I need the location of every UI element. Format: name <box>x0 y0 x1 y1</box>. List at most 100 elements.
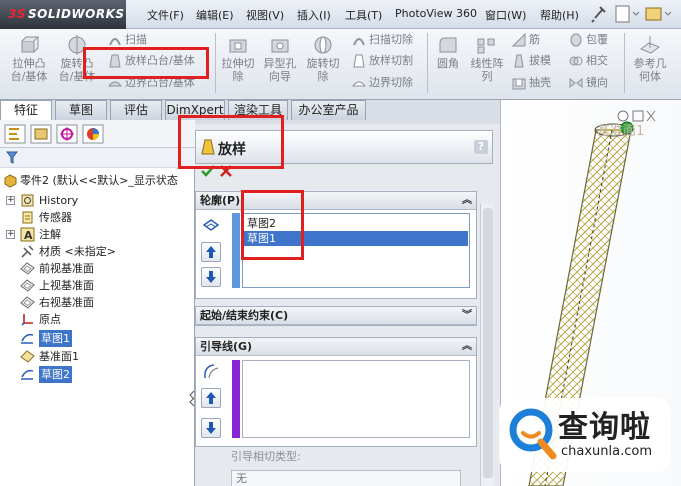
tab-evaluate[interactable]: 评估 <box>110 100 162 120</box>
reference-geometry-icon <box>639 36 661 54</box>
collapse-chevron-icon[interactable]: ︽ <box>462 192 472 209</box>
tab-features[interactable]: 特征 <box>0 100 52 121</box>
tree-item-annotations[interactable]: + A 注解 <box>0 226 195 243</box>
shell-icon <box>512 78 526 90</box>
configuration-manager-tab-icon[interactable] <box>56 124 78 144</box>
fillet-button[interactable]: 圆角 <box>432 35 464 70</box>
guide-move-up-button[interactable] <box>201 388 221 408</box>
tree-item-sketch2[interactable]: 草图2 <box>0 366 195 383</box>
sweep-cut-button[interactable]: 扫描切除 <box>352 32 413 48</box>
guide-tangency-type-label: 引导相切类型: <box>231 450 301 463</box>
tree-item-history[interactable]: + History <box>0 192 195 209</box>
watermark-url: chaxunla.com <box>561 444 652 459</box>
menu-window[interactable]: 窗口(W) <box>485 7 526 23</box>
guides-header-label: 引导线(G) <box>200 340 253 353</box>
tree-item-label: 草图1 <box>39 330 72 347</box>
menu-file[interactable]: 文件(F) <box>147 7 184 23</box>
property-manager-tab-icon[interactable] <box>30 124 52 144</box>
material-icon <box>21 245 34 258</box>
scrollbar-thumb[interactable] <box>483 208 493 478</box>
reference-geometry-button[interactable]: 参考几 何体 <box>628 35 672 83</box>
sweep-button[interactable]: 扫描 <box>108 32 147 48</box>
title-bar: 3S SOLIDWORKS 文件(F) 编辑(E) 视图(V) 插入(I) 工具(… <box>0 0 681 29</box>
guide-curve-icon <box>204 364 219 379</box>
tab-sketch[interactable]: 草图 <box>55 100 107 120</box>
tree-item-plane1[interactable]: 基准面1 <box>0 348 195 365</box>
extrude-cut-label: 拉伸切 除 <box>221 57 255 83</box>
tree-item-right-plane[interactable]: 右视基准面 <box>0 294 195 311</box>
menu-tools[interactable]: 工具(T) <box>345 7 382 23</box>
tree-item-sketch1[interactable]: 草图1 <box>0 330 195 347</box>
draft-button[interactable]: 拔模 <box>512 53 551 69</box>
extrude-boss-icon <box>21 36 40 53</box>
expand-icon[interactable]: + <box>6 230 15 239</box>
extrude-cut-button[interactable]: 拉伸切 除 <box>218 35 258 83</box>
linear-pattern-button[interactable]: 线性阵 列 <box>467 35 507 83</box>
tree-item-top-plane[interactable]: 上视基准面 <box>0 277 195 294</box>
guide-tangency-type-select[interactable]: 无 <box>231 470 461 486</box>
loft-cut-button[interactable]: 放样切割 <box>352 53 413 69</box>
panel-collapse-handle[interactable] <box>188 388 196 408</box>
collapse-chevron-icon[interactable]: ︽ <box>462 338 472 355</box>
quick-access-toolbar[interactable] <box>612 3 681 25</box>
wrap-icon <box>570 33 582 47</box>
hole-wizard-button[interactable]: 异型孔 向导 <box>259 35 301 83</box>
tree-item-label: 基准面1 <box>39 350 79 363</box>
tab-office-products[interactable]: 办公室产品 <box>291 100 366 120</box>
constraints-group-header[interactable]: 起始/结束约束(C) ︾ <box>196 307 476 325</box>
profiles-group-header[interactable]: 轮廓(P) ︽ <box>196 192 476 210</box>
wrap-button[interactable]: 包覆 <box>569 32 608 48</box>
display-manager-tab-icon[interactable] <box>82 124 104 144</box>
feature-tree-tab-icon[interactable] <box>4 124 26 144</box>
expand-chevron-icon[interactable]: ︾ <box>462 307 472 324</box>
annotation-icon: A <box>20 227 35 242</box>
guide-move-down-button[interactable] <box>201 418 221 438</box>
boundary-cut-label: 边界切除 <box>369 76 413 89</box>
guide-curves-list[interactable] <box>242 360 470 438</box>
filter-icon[interactable] <box>6 151 18 164</box>
guides-group-header[interactable]: 引导线(G) ︽ <box>196 338 476 356</box>
profiles-header-label: 轮廓(P) <box>200 194 241 207</box>
tree-item-material[interactable]: 材质 <未指定> <box>0 243 195 260</box>
tree-item-front-plane[interactable]: 前视基准面 <box>0 260 195 277</box>
sensor-icon <box>22 211 33 224</box>
revolve-cut-button[interactable]: 旋转切 除 <box>303 35 343 83</box>
mirror-button[interactable]: 镜向 <box>569 75 608 91</box>
property-manager-scrollbar[interactable] <box>480 204 494 486</box>
menu-photoview[interactable]: PhotoView 360 <box>395 7 477 20</box>
sketch-icon <box>21 333 34 344</box>
move-up-button[interactable] <box>201 242 221 262</box>
sweep-cut-label: 扫描切除 <box>369 33 413 46</box>
svg-text:A: A <box>24 229 33 242</box>
help-button[interactable]: ? <box>474 140 488 154</box>
menu-view[interactable]: 视图(V) <box>246 7 284 23</box>
boundary-cut-icon <box>352 81 366 87</box>
arrow-up-icon <box>206 392 216 404</box>
solidworks-logo[interactable]: 3S SOLIDWORKS <box>0 0 126 29</box>
intersect-button[interactable]: 相交 <box>569 53 608 69</box>
plane-icon <box>20 279 35 292</box>
tree-item-sensors[interactable]: 传感器 <box>0 209 195 226</box>
tree-filter-bar[interactable] <box>0 148 195 168</box>
tree-item-label: 传感器 <box>39 211 72 224</box>
menu-help[interactable]: 帮助(H) <box>540 7 579 23</box>
hole-wizard-label: 异型孔 向导 <box>263 57 297 83</box>
tree-root-part[interactable]: 零件2 (默认<<默认>_显示状态 <box>0 172 195 189</box>
expand-icon[interactable]: + <box>6 196 15 205</box>
pin-icon[interactable] <box>590 4 608 24</box>
highlight-profile-list <box>241 190 304 260</box>
tree-item-origin[interactable]: 原点 <box>0 311 195 328</box>
shell-button[interactable]: 抽壳 <box>512 75 551 91</box>
menu-edit[interactable]: 编辑(E) <box>196 7 234 23</box>
ribbon-separator <box>427 33 428 93</box>
move-down-button[interactable] <box>201 267 221 287</box>
menu-insert[interactable]: 插入(I) <box>297 7 331 23</box>
draft-label: 拔模 <box>529 54 551 67</box>
extrude-boss-button[interactable]: 拉伸凸 台/基体 <box>8 35 50 83</box>
rib-button[interactable]: 筋 <box>512 32 540 48</box>
plane-label-in-viewport: 基准面1 <box>597 124 645 139</box>
sketch-icon <box>21 369 34 380</box>
arrow-down-icon <box>206 271 216 283</box>
boundary-cut-button[interactable]: 边界切除 <box>352 75 413 91</box>
tree-item-label: 右视基准面 <box>39 296 94 309</box>
